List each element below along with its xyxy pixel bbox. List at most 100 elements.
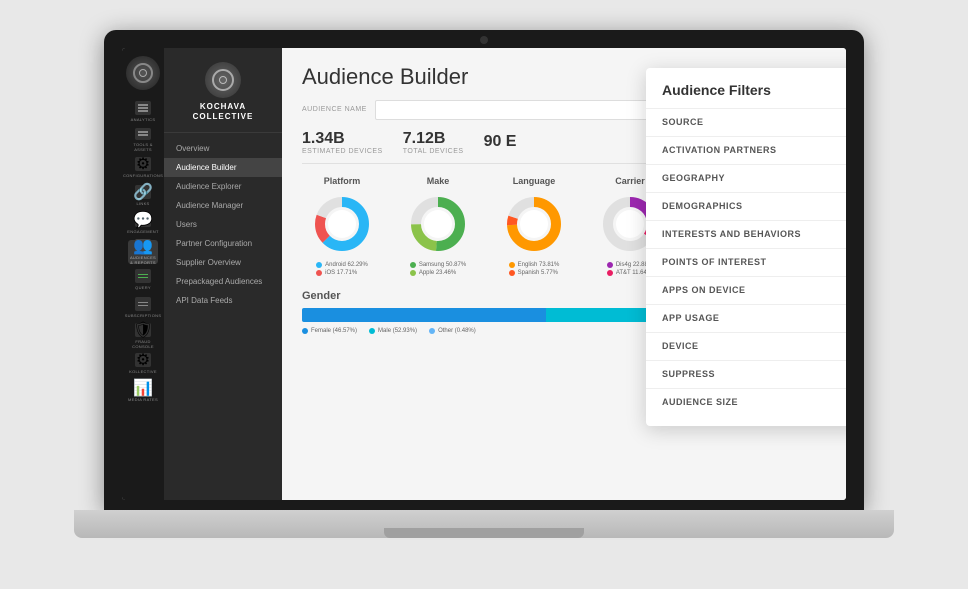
laptop-wrapper: ANALYTICS TOOLS & ASSETS ⚙ CONFIGURATION… xyxy=(74,30,894,560)
filter-interests-label: INTERESTS AND BEHAVIORS xyxy=(662,229,801,239)
filter-poi-label: POINTS OF INTEREST xyxy=(662,257,767,267)
sidebar-menu: Overview Audience Builder Audience Explo… xyxy=(164,133,282,499)
filter-audience-size-label: AUDIENCE SIZE xyxy=(662,397,738,407)
chart-language-title: Language xyxy=(513,176,556,186)
stat-total: 7.12B TOTAL DEVICES xyxy=(403,130,464,155)
legend-other-dot xyxy=(429,328,435,334)
filter-geography[interactable]: GEOGRAPHY › xyxy=(646,164,846,192)
chart-platform-title: Platform xyxy=(324,176,361,186)
main-content: Audience Builder AUDIENCE NAME Save 1.34… xyxy=(282,48,846,500)
filter-activation-label: ACTIVATION PARTNERS xyxy=(662,145,777,155)
filter-apps-label: APPS ON DEVICE xyxy=(662,285,746,295)
stat-estimated-value: 1.34B xyxy=(302,130,383,148)
chart-language-donut xyxy=(502,192,566,256)
sidebar-item-engagement[interactable]: 💬 ENGAGEMENT xyxy=(128,212,158,236)
menu-item-audience-explorer[interactable]: Audience Explorer xyxy=(164,177,282,196)
sidebar-wide: KOCHAVA COLLECTIVE Overview Audience Bui… xyxy=(164,48,282,500)
sidebar-item-media[interactable]: 📊 MEDIA RATES xyxy=(128,380,158,404)
chart-make-donut xyxy=(406,192,470,256)
stat-estimated: 1.34B ESTIMATED DEVICES xyxy=(302,130,383,155)
filter-interests[interactable]: INTERESTS AND BEHAVIORS › xyxy=(646,220,846,248)
stat-estimated-label: ESTIMATED DEVICES xyxy=(302,148,383,155)
app-container: ANALYTICS TOOLS & ASSETS ⚙ CONFIGURATION… xyxy=(122,48,846,500)
sidebar-item-kollective[interactable]: ⚙ KOLLECTIVE xyxy=(128,352,158,376)
filter-source[interactable]: SOURCE › xyxy=(646,108,846,136)
audience-name-label: AUDIENCE NAME xyxy=(302,106,367,113)
sidebar-item-query[interactable]: QUERY xyxy=(128,268,158,292)
sidebar-item-fraud[interactable]: 🛡 FRAUD CONSOLE xyxy=(128,324,158,348)
filter-geography-label: GEOGRAPHY xyxy=(662,173,725,183)
filter-suppress-label: SUPPRESS xyxy=(662,369,715,379)
menu-item-users[interactable]: Users xyxy=(164,215,282,234)
legend-samsung-dot xyxy=(410,262,416,268)
menu-item-partner-config[interactable]: Partner Configuration xyxy=(164,234,282,253)
stat-third-value: 90 E xyxy=(484,133,517,151)
sidebar-item-tools[interactable]: TOOLS & ASSETS xyxy=(128,128,158,152)
legend-spanish-dot xyxy=(509,270,515,276)
sidebar-item-config[interactable]: ⚙ CONFIGURATIONS xyxy=(128,156,158,180)
menu-item-overview[interactable]: Overview xyxy=(164,139,282,158)
legend-dis4g-dot xyxy=(607,262,613,268)
filter-demographics-label: DEMOGRAPHICS xyxy=(662,201,743,211)
screen: ANALYTICS TOOLS & ASSETS ⚙ CONFIGURATION… xyxy=(122,48,846,500)
legend-att-dot xyxy=(607,270,613,276)
filters-title: Audience Filters xyxy=(646,82,846,108)
filter-activation[interactable]: ACTIVATION PARTNERS › xyxy=(646,136,846,164)
filter-app-usage[interactable]: APP USAGE › xyxy=(646,304,846,332)
menu-item-api-feeds[interactable]: API Data Feeds xyxy=(164,291,282,310)
legend-android: Android 62.29% xyxy=(316,262,368,268)
menu-item-audience-builder[interactable]: Audience Builder xyxy=(164,158,282,177)
stat-third: 90 E xyxy=(484,133,517,151)
menu-item-audience-manager[interactable]: Audience Manager xyxy=(164,196,282,215)
sidebar-narrow: ANALYTICS TOOLS & ASSETS ⚙ CONFIGURATION… xyxy=(122,48,164,500)
legend-other: Other (0.48%) xyxy=(429,328,476,334)
legend-ios: iOS 17.71% xyxy=(316,270,368,276)
legend-ios-dot xyxy=(316,270,322,276)
legend-apple: Apple 23.46% xyxy=(410,270,466,276)
brand-logo xyxy=(205,62,241,98)
legend-apple-dot xyxy=(410,270,416,276)
sidebar-item-subscriptions[interactable]: SUBSCRIPTIONS xyxy=(128,296,158,320)
legend-english: English 73.81% xyxy=(509,262,560,268)
filter-source-label: SOURCE xyxy=(662,117,704,127)
chart-carrier-title: Carrier xyxy=(615,176,645,186)
legend-android-dot xyxy=(316,262,322,268)
chart-platform-donut xyxy=(310,192,374,256)
chart-platform: Platform xyxy=(302,176,382,276)
filter-apps-on-device[interactable]: APPS ON DEVICE › xyxy=(646,276,846,304)
menu-item-supplier[interactable]: Supplier Overview xyxy=(164,253,282,272)
chart-make-legend: Samsung 50.87% Apple 23.46% xyxy=(410,262,466,276)
legend-female-dot xyxy=(302,328,308,334)
laptop-base xyxy=(74,510,894,538)
gender-bar-female xyxy=(302,308,546,322)
brand-name: KOCHAVA COLLECTIVE xyxy=(193,102,254,123)
filter-app-usage-label: APP USAGE xyxy=(662,313,719,323)
legend-samsung: Samsung 50.87% xyxy=(410,262,466,268)
sidebar-item-audiences[interactable]: 👥 AUDIENCES & REPORTS xyxy=(128,240,158,264)
filter-device[interactable]: DEVICE › xyxy=(646,332,846,360)
filter-demographics[interactable]: DEMOGRAPHICS › xyxy=(646,192,846,220)
filter-poi[interactable]: POINTS OF INTEREST › xyxy=(646,248,846,276)
app-logo-narrow xyxy=(126,56,160,90)
sidebar-item-analytics[interactable]: ANALYTICS xyxy=(128,100,158,124)
sidebar-item-links[interactable]: 🔗 LINKS xyxy=(128,184,158,208)
legend-english-dot xyxy=(509,262,515,268)
legend-female: Female (46.57%) xyxy=(302,328,357,334)
chart-language-legend: English 73.81% Spanish 5.77% xyxy=(509,262,560,276)
screen-bezel: ANALYTICS TOOLS & ASSETS ⚙ CONFIGURATION… xyxy=(104,30,864,510)
menu-item-prepackaged[interactable]: Prepackaged Audiences xyxy=(164,272,282,291)
chart-make-title: Make xyxy=(427,176,450,186)
camera xyxy=(480,36,488,44)
stat-total-label: TOTAL DEVICES xyxy=(403,148,464,155)
filters-panel: Audience Filters SOURCE › ACTIVATION PAR… xyxy=(646,68,846,426)
brand-section: KOCHAVA COLLECTIVE xyxy=(164,48,282,134)
legend-male-dot xyxy=(369,328,375,334)
legend-male: Male (52.93%) xyxy=(369,328,417,334)
chart-make: Make xyxy=(398,176,478,276)
chart-language: Language xyxy=(494,176,574,276)
filter-suppress[interactable]: SUPPRESS › xyxy=(646,360,846,388)
filter-device-label: DEVICE xyxy=(662,341,699,351)
chart-platform-legend: Android 62.29% iOS 17.71% xyxy=(316,262,368,276)
filter-audience-size[interactable]: AUDIENCE SIZE › xyxy=(646,388,846,416)
legend-spanish: Spanish 5.77% xyxy=(509,270,560,276)
